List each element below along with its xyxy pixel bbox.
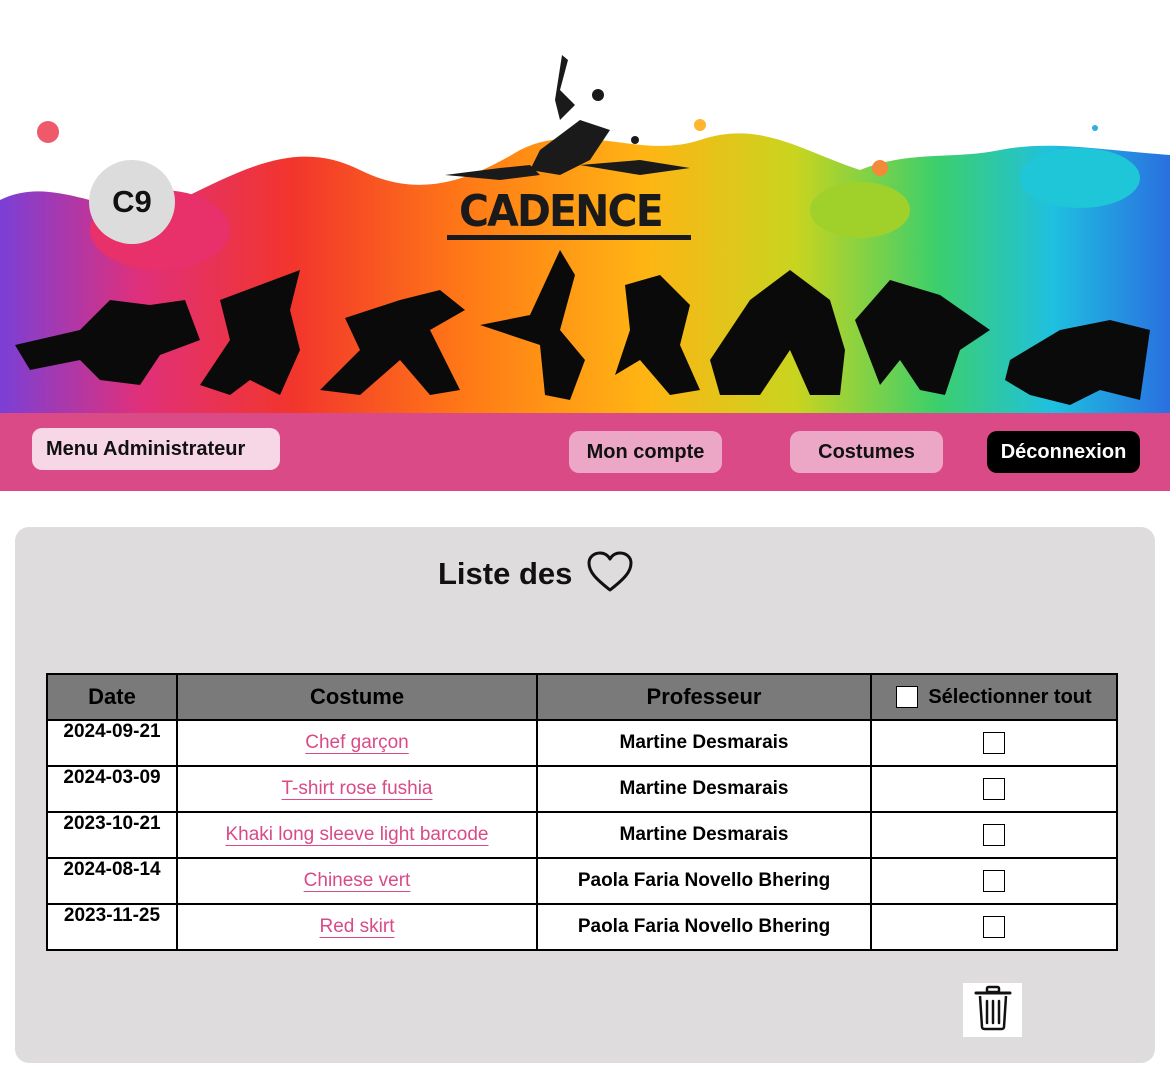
user-avatar-badge[interactable]: C9: [89, 160, 175, 244]
costumes-button[interactable]: Costumes: [790, 431, 943, 473]
row-date: 2023-10-21: [46, 811, 178, 859]
delete-button[interactable]: [963, 983, 1022, 1037]
main-navbar: Menu Administrateur Mon compte Costumes …: [0, 413, 1170, 491]
row-checkbox[interactable]: [983, 731, 1005, 754]
row-professeur: Paola Faria Novello Bhering: [536, 903, 872, 951]
row-professeur: Martine Desmarais: [536, 811, 872, 859]
costume-link[interactable]: Chef garçon: [305, 732, 409, 753]
header-banner: C9 CADENCE: [0, 0, 1170, 413]
header-select-all: Sélectionner tout: [870, 673, 1118, 721]
cadence-logo: CADENCE: [458, 186, 664, 237]
row-date: 2024-08-14: [46, 857, 178, 905]
select-all-label: Sélectionner tout: [928, 685, 1092, 708]
costume-link[interactable]: Red skirt: [320, 916, 395, 937]
row-checkbox[interactable]: [983, 915, 1005, 938]
favorites-table: Date Costume Professeur Sélectionner tou…: [46, 673, 1118, 951]
header-professeur[interactable]: Professeur: [536, 673, 872, 721]
header-costume[interactable]: Costume: [176, 673, 538, 721]
row-checkbox[interactable]: [983, 777, 1005, 800]
page-title-text: Liste des: [438, 556, 573, 591]
table-header-row: Date Costume Professeur Sélectionner tou…: [46, 673, 1118, 721]
favorites-panel: Liste des Date Costume Professeur Sélect…: [15, 527, 1155, 1063]
my-account-button[interactable]: Mon compte: [569, 431, 722, 473]
page-title: Liste des: [438, 549, 634, 599]
row-date: 2024-09-21: [46, 719, 178, 767]
header-date[interactable]: Date: [46, 673, 178, 721]
heart-icon: [586, 550, 634, 599]
row-date: 2024-03-09: [46, 765, 178, 813]
trash-icon: [974, 985, 1012, 1036]
row-checkbox[interactable]: [983, 869, 1005, 892]
costume-link[interactable]: T-shirt rose fushia: [282, 778, 433, 799]
table-row: 2023-10-21 Khaki long sleeve light barco…: [46, 811, 1118, 859]
select-all-checkbox[interactable]: [896, 686, 919, 708]
row-professeur: Martine Desmarais: [536, 765, 872, 813]
costume-link[interactable]: Khaki long sleeve light barcode: [225, 824, 488, 845]
table-row: 2024-09-21 Chef garçon Martine Desmarais: [46, 719, 1118, 767]
row-checkbox[interactable]: [983, 823, 1005, 846]
row-professeur: Martine Desmarais: [536, 719, 872, 767]
admin-menu-button[interactable]: Menu Administrateur: [32, 428, 280, 470]
logo-underline: [447, 235, 691, 240]
table-row: 2024-08-14 Chinese vert Paola Faria Nove…: [46, 857, 1118, 905]
row-professeur: Paola Faria Novello Bhering: [536, 857, 872, 905]
logout-button[interactable]: Déconnexion: [987, 431, 1140, 473]
table-row: 2024-03-09 T-shirt rose fushia Martine D…: [46, 765, 1118, 813]
row-date: 2023-11-25: [46, 903, 178, 951]
table-row: 2023-11-25 Red skirt Paola Faria Novello…: [46, 903, 1118, 951]
costume-link[interactable]: Chinese vert: [304, 870, 411, 891]
